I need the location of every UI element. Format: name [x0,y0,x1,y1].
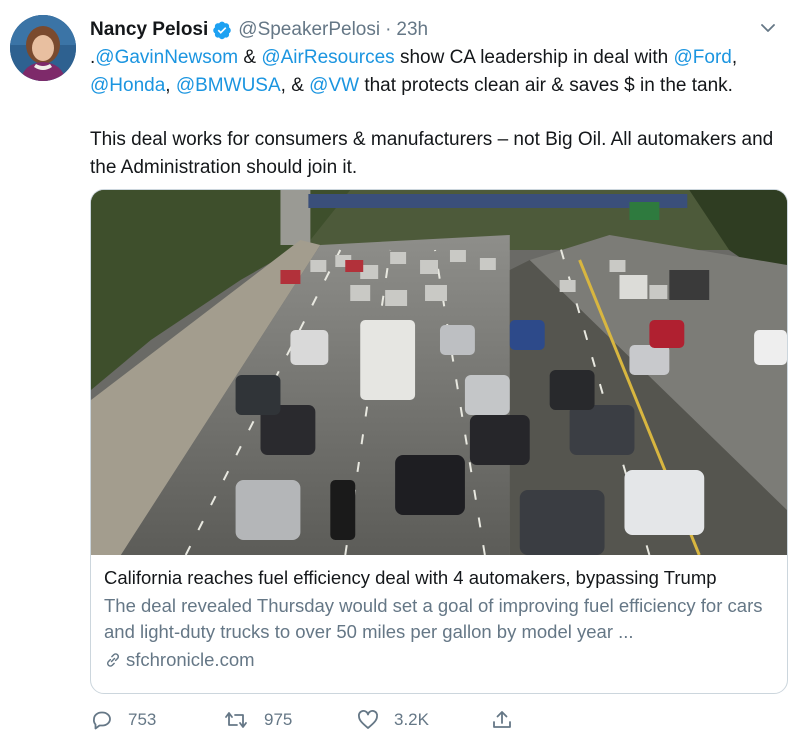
card-domain[interactable]: sfchronicle.com [104,647,774,673]
timestamp[interactable]: 23h [396,19,428,41]
tweet-text: .@GavinNewsom & @AirResources show CA le… [90,44,780,182]
reply-count: 753 [128,710,157,729]
author-name[interactable]: Nancy Pelosi [90,19,208,41]
card-title[interactable]: California reaches fuel efficiency deal … [104,565,774,591]
chevron-down-icon[interactable] [758,18,778,38]
mention-bmwusa[interactable]: @BMWUSA [176,75,281,96]
tweet-header: Nancy Pelosi @SpeakerPelosi · 23h [90,16,778,44]
like-button[interactable]: 3.2K [356,708,429,732]
mention-vw[interactable]: @VW [309,75,359,96]
like-icon [358,710,378,729]
link-card[interactable]: California reaches fuel efficiency deal … [90,189,788,694]
avatar[interactable] [10,15,76,81]
mention-ford[interactable]: @Ford [674,47,732,68]
share-button[interactable] [490,708,528,732]
reply-button[interactable]: 753 [90,708,156,732]
retweet-count: 975 [264,710,293,729]
text-mid: show CA leadership in deal with [394,47,674,68]
tweet-paragraph-1: .@GavinNewsom & @AirResources show CA le… [90,44,780,100]
like-count: 3.2K [394,710,429,729]
card-body: California reaches fuel efficiency deal … [91,555,787,673]
mention-gavinnewsom[interactable]: @GavinNewsom [95,47,238,68]
retweet-button[interactable]: 975 [222,708,292,732]
card-domain-text: sfchronicle.com [126,649,255,670]
share-icon [493,711,511,728]
text-amp: & [238,47,262,68]
retweet-icon [225,712,247,728]
text-tail: that protects clean air & saves $ in the… [359,75,733,96]
link-icon [106,653,120,667]
action-bar: 753 975 3.2K [90,708,570,738]
separator-dot: · [385,19,392,40]
verified-badge-icon [212,20,232,40]
mention-airresources[interactable]: @AirResources [261,47,394,68]
card-description: The deal revealed Thursday would set a g… [104,595,763,642]
tweet-paragraph-2: This deal works for consumers & manufact… [90,129,774,178]
reply-icon [92,711,111,730]
text-comma-amp: , & [280,75,310,96]
freeway-traffic-photo [91,190,787,555]
mention-honda[interactable]: @Honda [90,75,165,96]
avatar-image [10,15,76,81]
text-comma: , [731,47,738,68]
text-comma: , [165,75,176,96]
author-handle[interactable]: @SpeakerPelosi [238,19,380,41]
